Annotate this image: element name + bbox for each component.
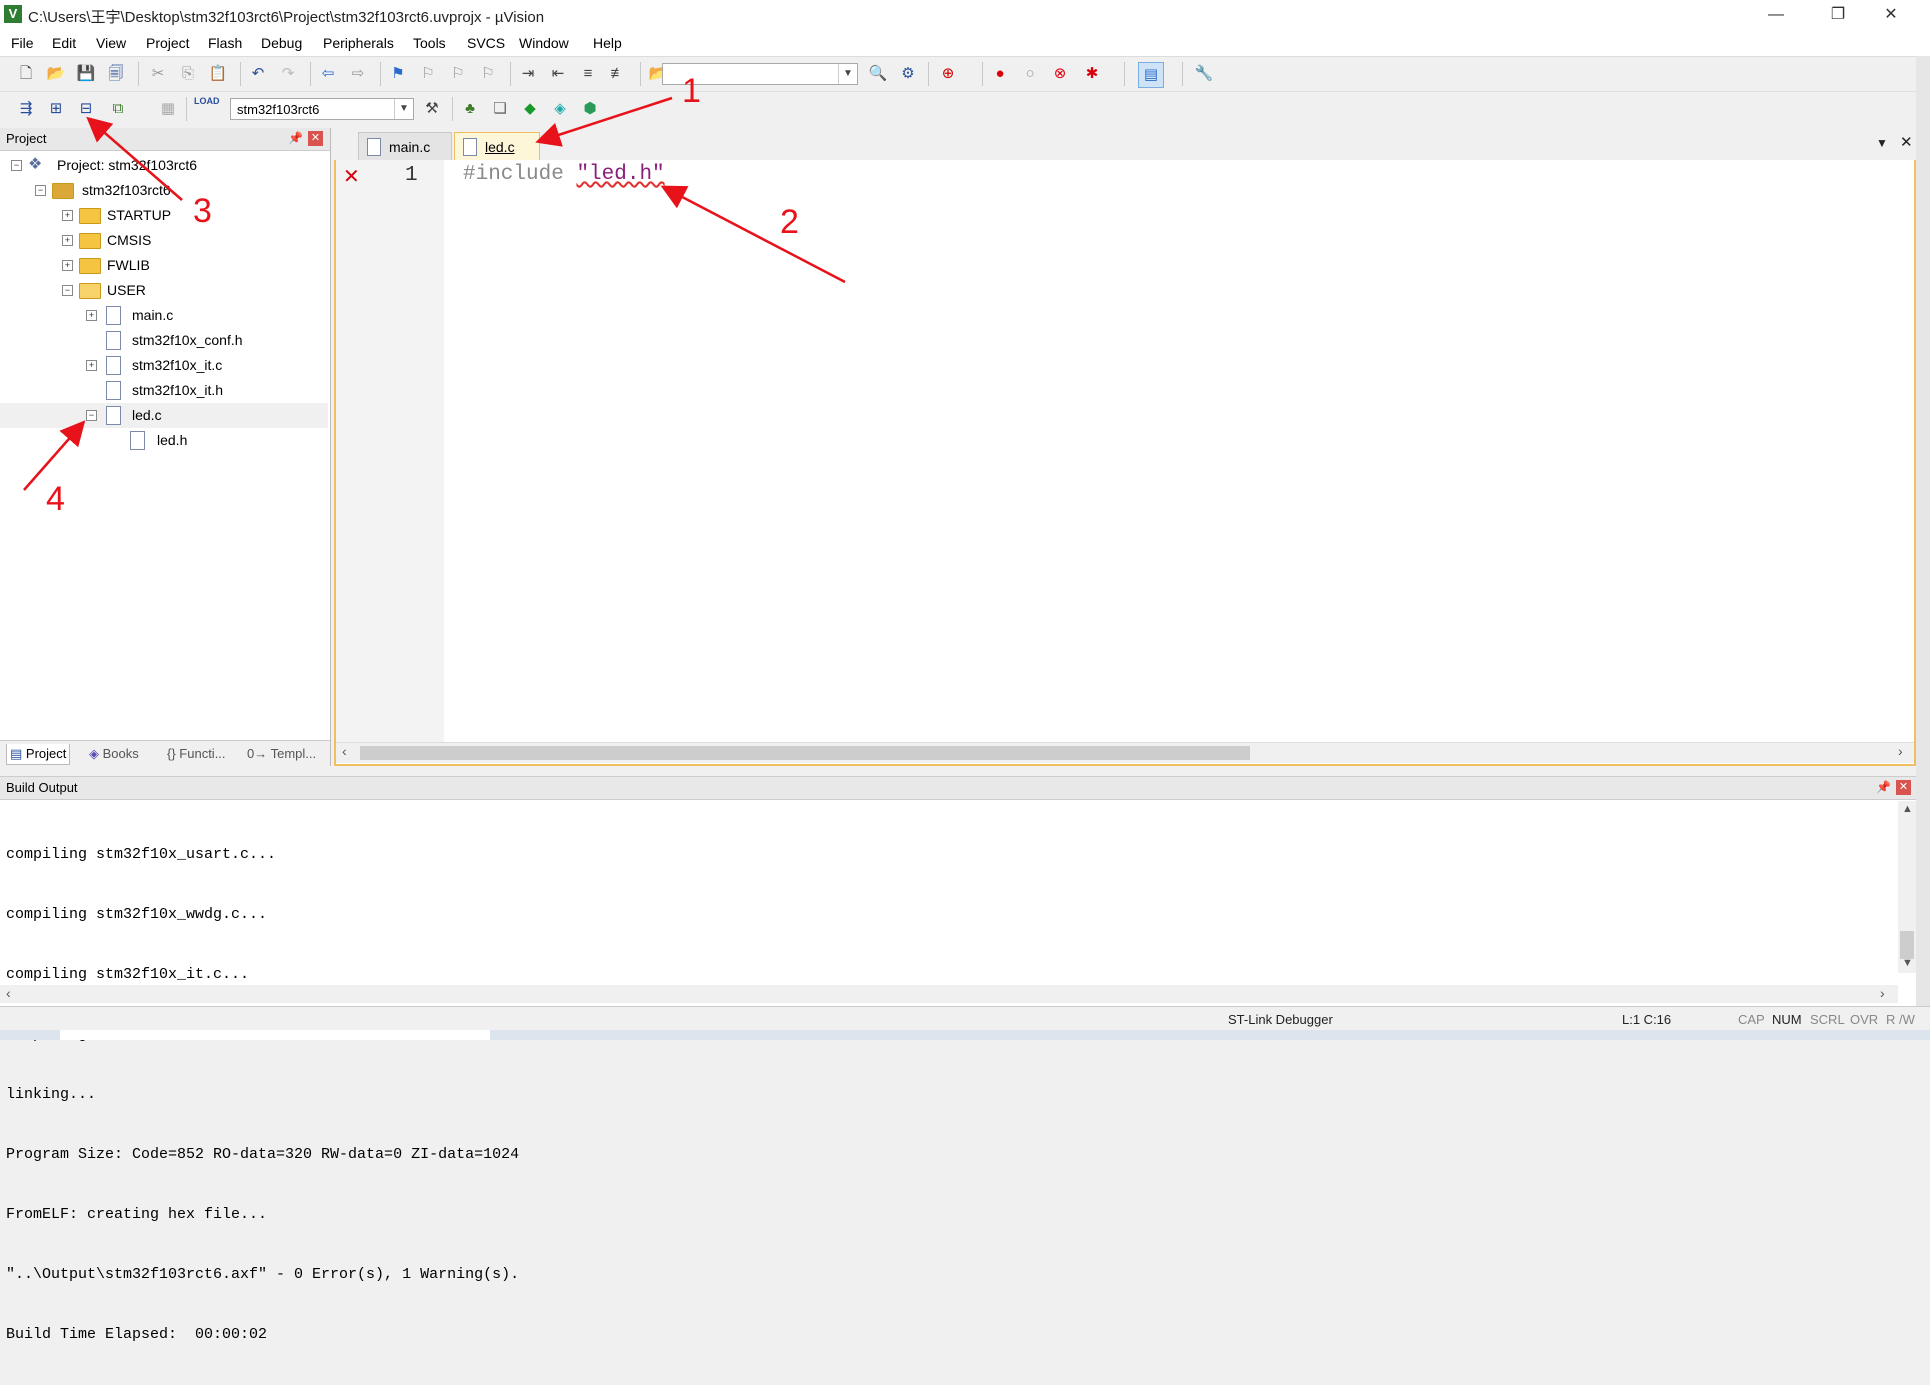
output-line: FromELF: creating hex file... xyxy=(6,1206,268,1223)
annotation-number-3: 3 xyxy=(193,192,212,230)
annotation-arrow-3 xyxy=(86,116,183,201)
annotation-arrow-1 xyxy=(535,96,673,147)
output-line: linking... xyxy=(6,1086,97,1103)
output-line: Build Time Elapsed: 00:00:02 xyxy=(6,1326,268,1343)
annotation-number-1: 1 xyxy=(682,72,701,110)
annotation-overlay xyxy=(23,96,846,491)
output-line: Program Size: Code=852 RO-data=320 RW-da… xyxy=(6,1146,520,1163)
output-line: "..\Output\stm32f103rct6.axf" - 0 Error(… xyxy=(6,1266,520,1283)
annotation-number-2: 2 xyxy=(780,203,799,241)
annotation-number-4: 4 xyxy=(46,480,65,518)
annotation-arrow-2 xyxy=(660,185,846,284)
